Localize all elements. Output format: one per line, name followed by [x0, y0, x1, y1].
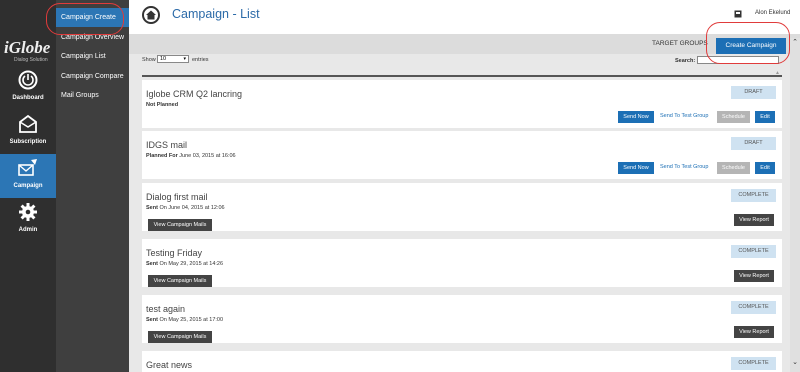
top-header: Campaign - List Alon Ekelund: [129, 0, 800, 34]
status-badge: DRAFT: [731, 86, 776, 99]
send-to-test-group-link[interactable]: Send To Test Group: [660, 164, 708, 170]
status-badge: COMPLETE: [731, 245, 776, 258]
campaign-meta: Sent On June 04, 2015 at 12:06: [146, 205, 225, 211]
rail-item-admin[interactable]: Admin: [0, 198, 56, 242]
status-badge: COMPLETE: [731, 189, 776, 202]
campaign-submenu: Campaign Create Campaign Overview Campai…: [56, 0, 129, 372]
schedule-button[interactable]: Schedule: [717, 162, 750, 174]
campaign-meta: Not Planned: [146, 102, 179, 108]
send-to-test-group-link[interactable]: Send To Test Group: [660, 113, 708, 119]
view-report-button[interactable]: View Report: [734, 214, 774, 226]
edit-button[interactable]: Edit: [755, 162, 775, 174]
show-label: Show: [142, 57, 156, 63]
table-header-divider: [142, 75, 782, 77]
user-icon[interactable]: [734, 10, 742, 18]
chevron-down-icon: ▾: [183, 56, 186, 62]
schedule-button[interactable]: Schedule: [717, 111, 750, 123]
view-campaign-mails-button[interactable]: View Campaign Mails: [148, 331, 212, 343]
submenu-item-campaign-compare[interactable]: Campaign Compare: [56, 67, 129, 86]
icon-rail: iGlobe Dialog Solution Dashboard Subscri…: [0, 0, 56, 372]
user-name[interactable]: Alon Ekelund: [755, 10, 790, 16]
campaign-meta: Sent On May 25, 2015 at 17:00: [146, 317, 224, 323]
scroll-down-icon[interactable]: ⌄: [790, 358, 800, 368]
campaign-meta: Sent On May 29, 2015 at 14:26: [146, 261, 224, 267]
rail-item-subscription[interactable]: Subscription: [0, 110, 56, 154]
campaign-name: Testing Friday: [146, 248, 203, 258]
send-now-button[interactable]: Send Now: [618, 111, 654, 123]
campaign-name: IDGS mail: [146, 140, 188, 150]
send-now-button[interactable]: Send Now: [618, 162, 654, 174]
status-badge: DRAFT: [731, 137, 776, 150]
submenu-item-campaign-list[interactable]: Campaign List: [56, 47, 129, 66]
dashboard-icon: [18, 70, 38, 90]
logo-text: iGlobe: [4, 38, 51, 57]
rail-item-dashboard[interactable]: Dashboard: [0, 66, 56, 110]
campaign-card: test again Sent On May 25, 2015 at 17:00…: [142, 295, 782, 343]
submenu-item-campaign-overview[interactable]: Campaign Overview: [56, 28, 129, 47]
campaign-card: Iglobe CRM Q2 lancring Not Planned DRAFT…: [142, 80, 782, 128]
page-size-value: 10: [160, 56, 167, 62]
view-report-button[interactable]: View Report: [734, 326, 774, 338]
rail-label-subscription: Subscription: [9, 139, 47, 145]
campaign-card: Testing Friday Sent On May 29, 2015 at 1…: [142, 239, 782, 287]
page-size-select[interactable]: 10 ▾: [157, 55, 189, 63]
campaign-name: Iglobe CRM Q2 lancring: [146, 89, 243, 99]
campaign-card: Dialog first mail Sent On June 04, 2015 …: [142, 183, 782, 231]
gear-icon: [19, 203, 37, 221]
status-badge: COMPLETE: [731, 357, 776, 370]
home-icon: [146, 10, 156, 20]
view-campaign-mails-button[interactable]: View Campaign Mails: [148, 219, 212, 231]
rail-item-campaign[interactable]: Campaign: [0, 154, 56, 198]
edit-button[interactable]: Edit: [755, 111, 775, 123]
campaign-meta: Planned For June 03, 2015 at 16:06: [146, 153, 236, 159]
view-campaign-mails-button[interactable]: View Campaign Mails: [148, 275, 212, 287]
action-bar: TARGET GROUPS Create Campaign: [129, 34, 800, 54]
campaign-card: Great news COMPLETE: [142, 351, 782, 372]
page-title: Campaign - List: [172, 7, 260, 21]
search-label: Search:: [675, 58, 696, 64]
submenu-item-mail-groups[interactable]: Mail Groups: [56, 86, 129, 105]
view-report-button[interactable]: View Report: [734, 270, 774, 282]
create-campaign-button[interactable]: Create Campaign: [716, 38, 786, 54]
scrollbar[interactable]: ⌃ ⌄: [790, 38, 800, 372]
rail-label-admin: Admin: [18, 227, 38, 233]
logo: iGlobe Dialog Solution: [2, 8, 54, 63]
entries-label: entries: [192, 57, 209, 63]
scroll-up-icon[interactable]: ⌃: [790, 38, 800, 48]
campaign-name: test again: [146, 304, 186, 314]
campaign-name: Dialog first mail: [146, 192, 208, 202]
target-groups-link[interactable]: TARGET GROUPS: [652, 40, 708, 47]
status-badge: COMPLETE: [731, 301, 776, 314]
campaign-card: IDGS mail Planned For June 03, 2015 at 1…: [142, 131, 782, 179]
search-input[interactable]: [697, 56, 779, 64]
logo-tagline: Dialog Solution: [14, 57, 48, 63]
campaign-mail-icon: [18, 159, 37, 176]
home-button[interactable]: [142, 6, 160, 24]
campaign-name: Great news: [146, 360, 193, 370]
submenu-item-campaign-create[interactable]: Campaign Create: [56, 8, 129, 27]
rail-label-campaign: Campaign: [13, 183, 43, 189]
rail-label-dashboard: Dashboard: [12, 95, 44, 101]
envelope-icon: [19, 114, 37, 133]
sort-icon[interactable]: ▲: [775, 70, 780, 76]
table-controls: Show 10 ▾ entries Search:: [142, 55, 787, 77]
